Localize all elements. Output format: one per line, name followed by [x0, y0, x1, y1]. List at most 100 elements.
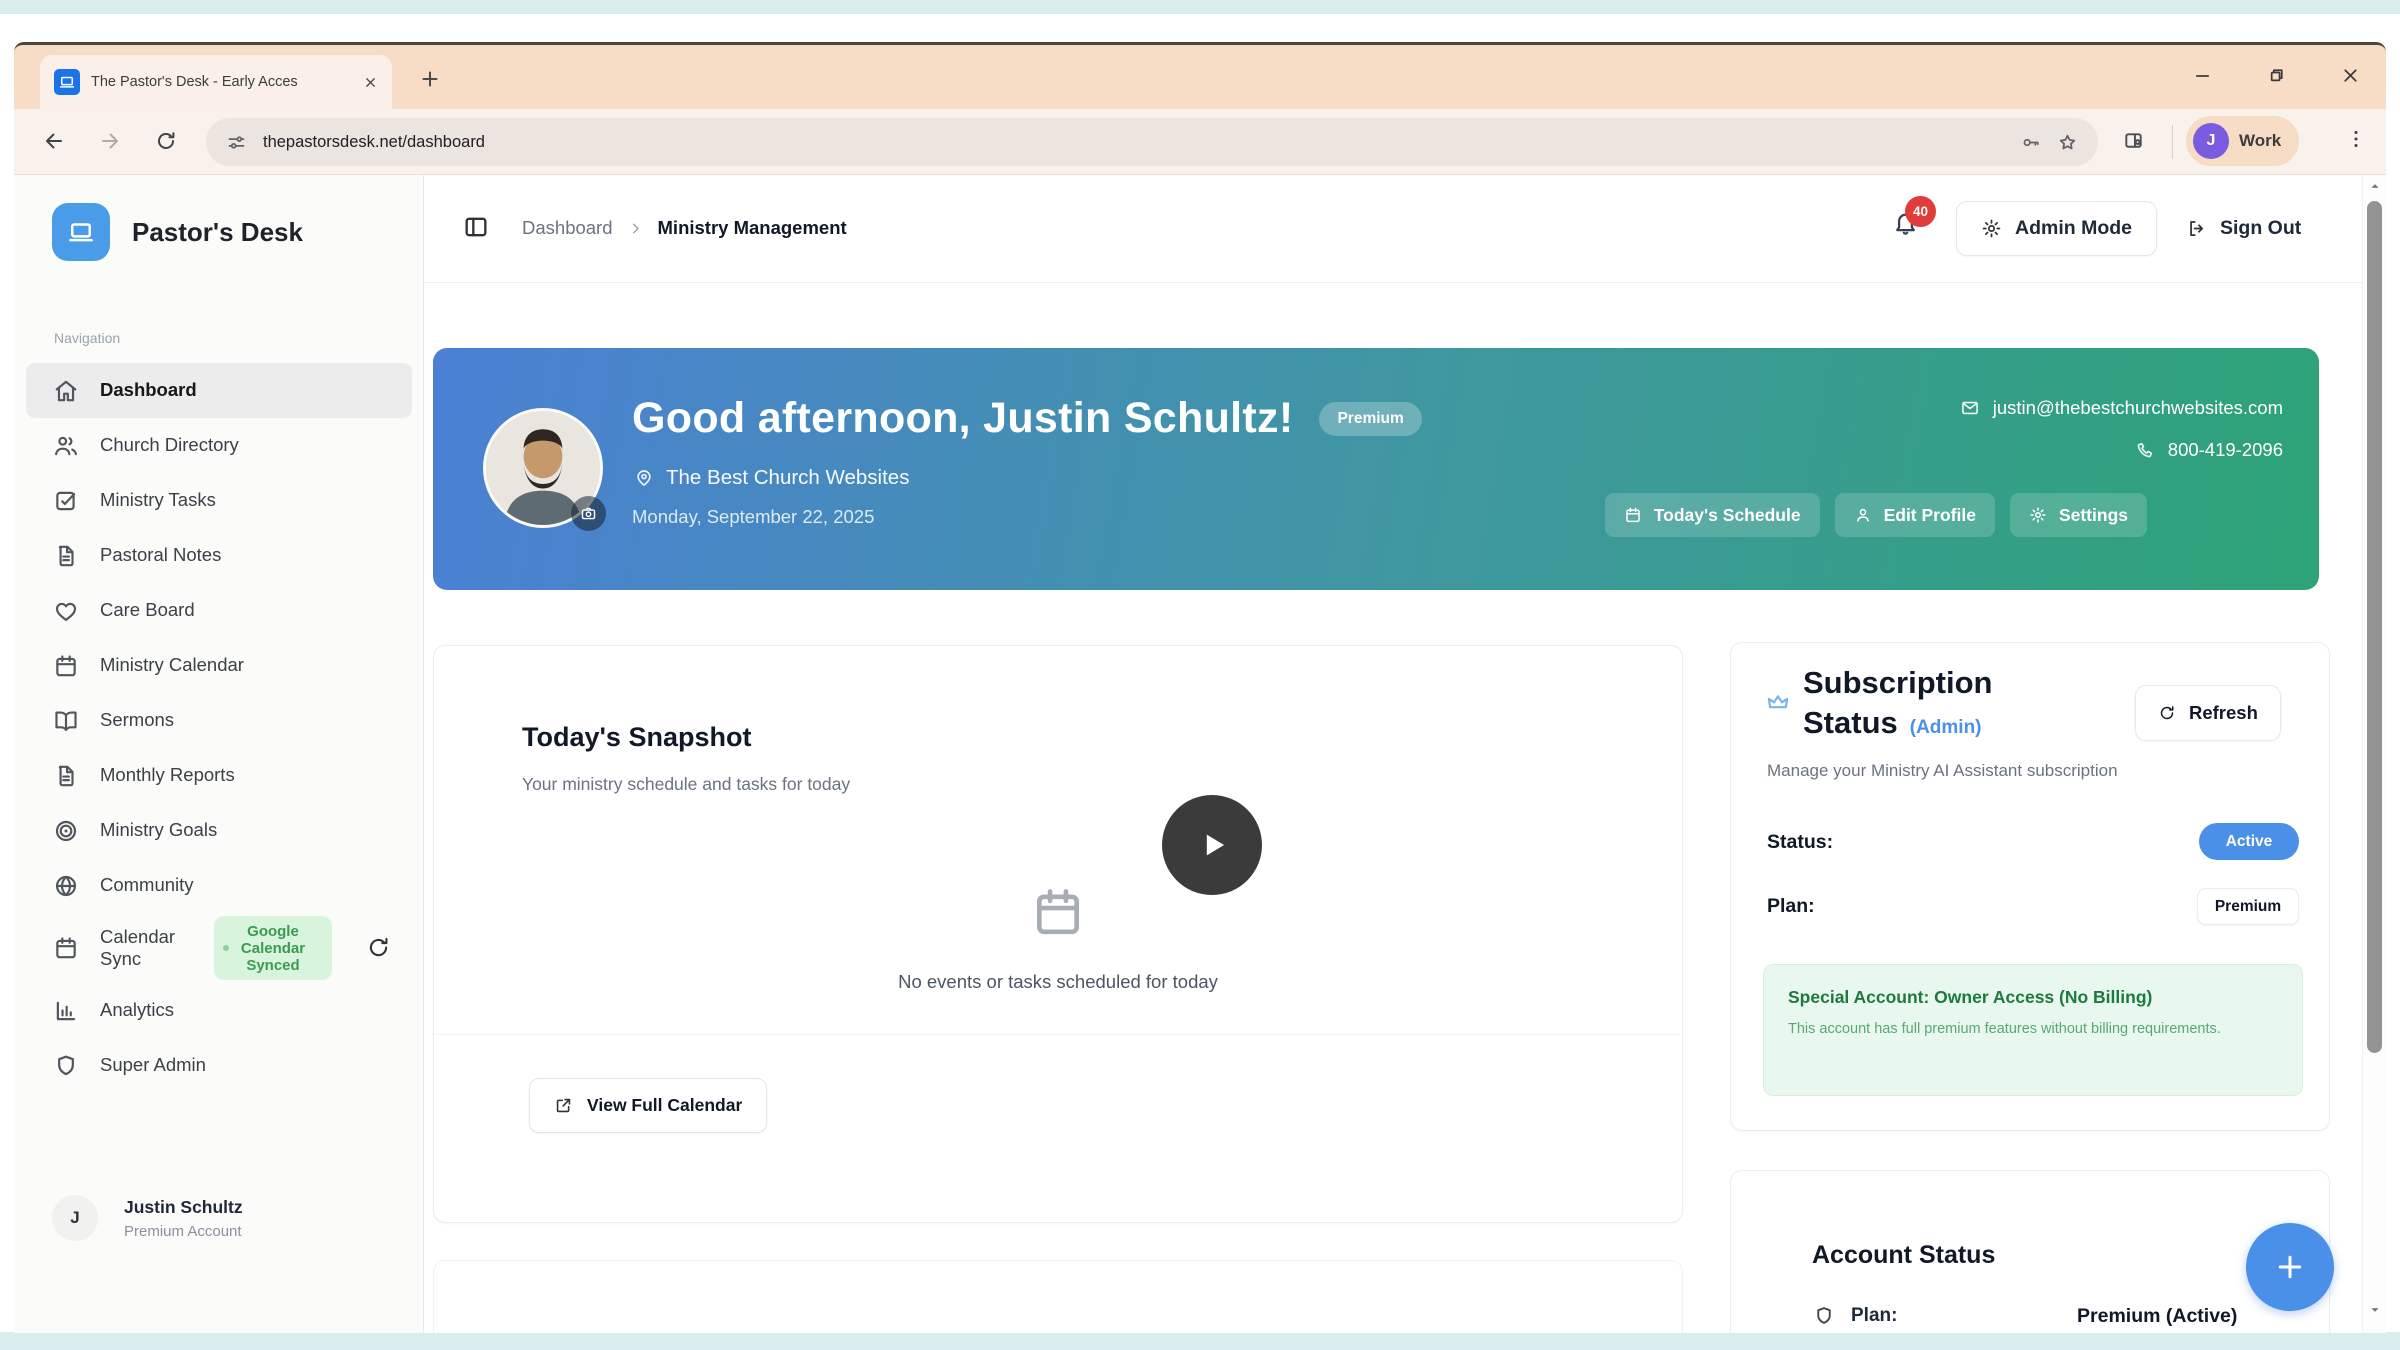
- sidebar-item-label: Ministry Goals: [100, 819, 217, 841]
- notification-badge: 40: [1905, 196, 1936, 227]
- avatar: J: [52, 1195, 98, 1241]
- user-icon: [1854, 506, 1872, 524]
- window-close-button[interactable]: [2340, 65, 2361, 86]
- notifications-button[interactable]: 40: [1892, 209, 1919, 236]
- browser-tab[interactable]: The Pastor's Desk - Early Acces: [40, 55, 392, 109]
- logout-icon: [2186, 218, 2207, 239]
- premium-badge: Premium: [1319, 402, 1421, 436]
- todays-schedule-label: Today's Schedule: [1654, 505, 1801, 526]
- sidebar-item-care-board[interactable]: Care Board: [26, 583, 412, 638]
- task-icon: [53, 488, 79, 514]
- page-scrollbar[interactable]: [2362, 175, 2386, 1333]
- side-panel-icon[interactable]: [2122, 129, 2145, 152]
- sidebar-item-label: Super Admin: [100, 1054, 206, 1076]
- browser-profile-button[interactable]: J Work: [2186, 116, 2299, 166]
- email-value: justin@thebestchurchwebsites.com: [1993, 397, 2283, 419]
- breadcrumb-parent[interactable]: Dashboard: [522, 217, 613, 239]
- video-play-button[interactable]: [1162, 795, 1262, 895]
- sign-out-button[interactable]: Sign Out: [2172, 201, 2315, 256]
- home-icon: [53, 378, 79, 404]
- password-key-icon[interactable]: [2020, 132, 2041, 153]
- sidebar-item-label: Monthly Reports: [100, 764, 235, 786]
- browser-menu-icon[interactable]: [2344, 127, 2368, 151]
- account-plan-row: Plan:: [1813, 1305, 1897, 1327]
- sidebar: Pastor's Desk Navigation DashboardChurch…: [14, 175, 424, 1333]
- sidebar-item-monthly-reports[interactable]: Monthly Reports: [26, 748, 412, 803]
- sync-refresh-icon[interactable]: [366, 935, 391, 960]
- account-status-card: Account Status Plan: Premium (Active): [1730, 1170, 2330, 1333]
- tab-favicon-icon: [54, 69, 80, 95]
- greeting-banner: Good afternoon, Justin Schultz! Premium …: [433, 348, 2319, 590]
- edit-profile-label: Edit Profile: [1884, 505, 1976, 526]
- settings-button[interactable]: Settings: [2010, 493, 2147, 537]
- admin-mode-button[interactable]: Admin Mode: [1956, 201, 2157, 256]
- refresh-button[interactable]: Refresh: [2135, 685, 2281, 741]
- scroll-up-icon[interactable]: [2368, 179, 2382, 193]
- sidebar-item-sermons[interactable]: Sermons: [26, 693, 412, 748]
- bookmark-star-icon[interactable]: [2057, 132, 2078, 153]
- breadcrumb-current: Ministry Management: [658, 217, 847, 239]
- account-plan-label: Plan:: [1851, 1305, 1897, 1327]
- forward-button[interactable]: [98, 129, 122, 153]
- sidebar-item-super-admin[interactable]: Super Admin: [26, 1038, 412, 1093]
- calendar-icon: [53, 935, 79, 961]
- site-info-icon[interactable]: [226, 132, 247, 153]
- heart-icon: [53, 598, 79, 624]
- view-full-calendar-button[interactable]: View Full Calendar: [529, 1078, 767, 1133]
- edit-profile-button[interactable]: Edit Profile: [1835, 493, 1995, 537]
- sidebar-toggle-icon[interactable]: [462, 213, 490, 241]
- reload-button[interactable]: [154, 129, 178, 153]
- view-full-calendar-label: View Full Calendar: [587, 1095, 742, 1116]
- desktop-strip-bottom: [0, 1332, 2400, 1350]
- special-account-notice: Special Account: Owner Access (No Billin…: [1763, 964, 2303, 1096]
- calendar-icon: [1624, 506, 1642, 524]
- sync-badge-text: Google Calendar Synced: [214, 923, 332, 974]
- sidebar-item-analytics[interactable]: Analytics: [26, 983, 412, 1038]
- chart-icon: [53, 998, 79, 1024]
- sidebar-user[interactable]: J Justin Schultz Premium Account: [52, 1195, 243, 1241]
- add-fab-button[interactable]: [2246, 1223, 2334, 1311]
- calendar-icon: [1030, 884, 1086, 940]
- empty-state-text: No events or tasks scheduled for today: [434, 971, 1682, 993]
- back-button[interactable]: [42, 129, 66, 153]
- user-plan: Premium Account: [124, 1223, 243, 1240]
- window-minimize-button[interactable]: [2192, 65, 2213, 86]
- sidebar-item-community[interactable]: Community: [26, 858, 412, 913]
- profile-name: Work: [2239, 131, 2281, 151]
- sidebar-item-church-directory[interactable]: Church Directory: [26, 418, 412, 473]
- url-text[interactable]: thepastorsdesk.net/dashboard: [263, 133, 2004, 152]
- sidebar-item-calendar-sync[interactable]: Calendar SyncGoogle Calendar Synced: [26, 913, 412, 983]
- sidebar-item-ministry-goals[interactable]: Ministry Goals: [26, 803, 412, 858]
- scroll-down-icon[interactable]: [2368, 1303, 2382, 1317]
- refresh-label: Refresh: [2189, 702, 2258, 724]
- subscription-title-line2: Status: [1803, 705, 1898, 741]
- sidebar-section-label: Navigation: [54, 330, 120, 346]
- scrollbar-thumb[interactable]: [2367, 201, 2382, 1053]
- sidebar-item-pastoral-notes[interactable]: Pastoral Notes: [26, 528, 412, 583]
- new-tab-button[interactable]: [418, 67, 442, 91]
- card-divider: [434, 1034, 1682, 1035]
- sidebar-item-ministry-tasks[interactable]: Ministry Tasks: [26, 473, 412, 528]
- notice-title: Special Account: Owner Access (No Billin…: [1788, 987, 2278, 1008]
- app-name: Pastor's Desk: [132, 217, 303, 248]
- todays-schedule-button[interactable]: Today's Schedule: [1605, 493, 1820, 537]
- app-logo-icon: [52, 203, 110, 261]
- crown-icon: [1765, 689, 1791, 715]
- app-logo-row[interactable]: Pastor's Desk: [52, 203, 303, 261]
- sidebar-item-dashboard[interactable]: Dashboard: [26, 363, 412, 418]
- sidebar-item-label: Calendar Sync: [100, 926, 208, 970]
- account-plan-value: Premium (Active): [2077, 1305, 2237, 1328]
- subscription-status-card: Subscription Status (Admin) Refresh Mana…: [1730, 642, 2330, 1131]
- camera-icon[interactable]: [571, 496, 606, 531]
- tab-close-icon[interactable]: [363, 75, 378, 90]
- profile-avatar: J: [2193, 123, 2229, 159]
- sidebar-item-label: Sermons: [100, 709, 174, 731]
- address-bar[interactable]: thepastorsdesk.net/dashboard: [206, 118, 2098, 166]
- email-row: justin@thebestchurchwebsites.com: [1960, 397, 2283, 419]
- browser-window: The Pastor's Desk - Early Acces thepasto…: [14, 42, 2386, 1333]
- church-name: The Best Church Websites: [666, 466, 909, 490]
- plan-label: Plan:: [1767, 895, 1815, 918]
- window-restore-button[interactable]: [2266, 65, 2287, 86]
- plan-badge: Premium: [2197, 888, 2299, 925]
- sidebar-item-ministry-calendar[interactable]: Ministry Calendar: [26, 638, 412, 693]
